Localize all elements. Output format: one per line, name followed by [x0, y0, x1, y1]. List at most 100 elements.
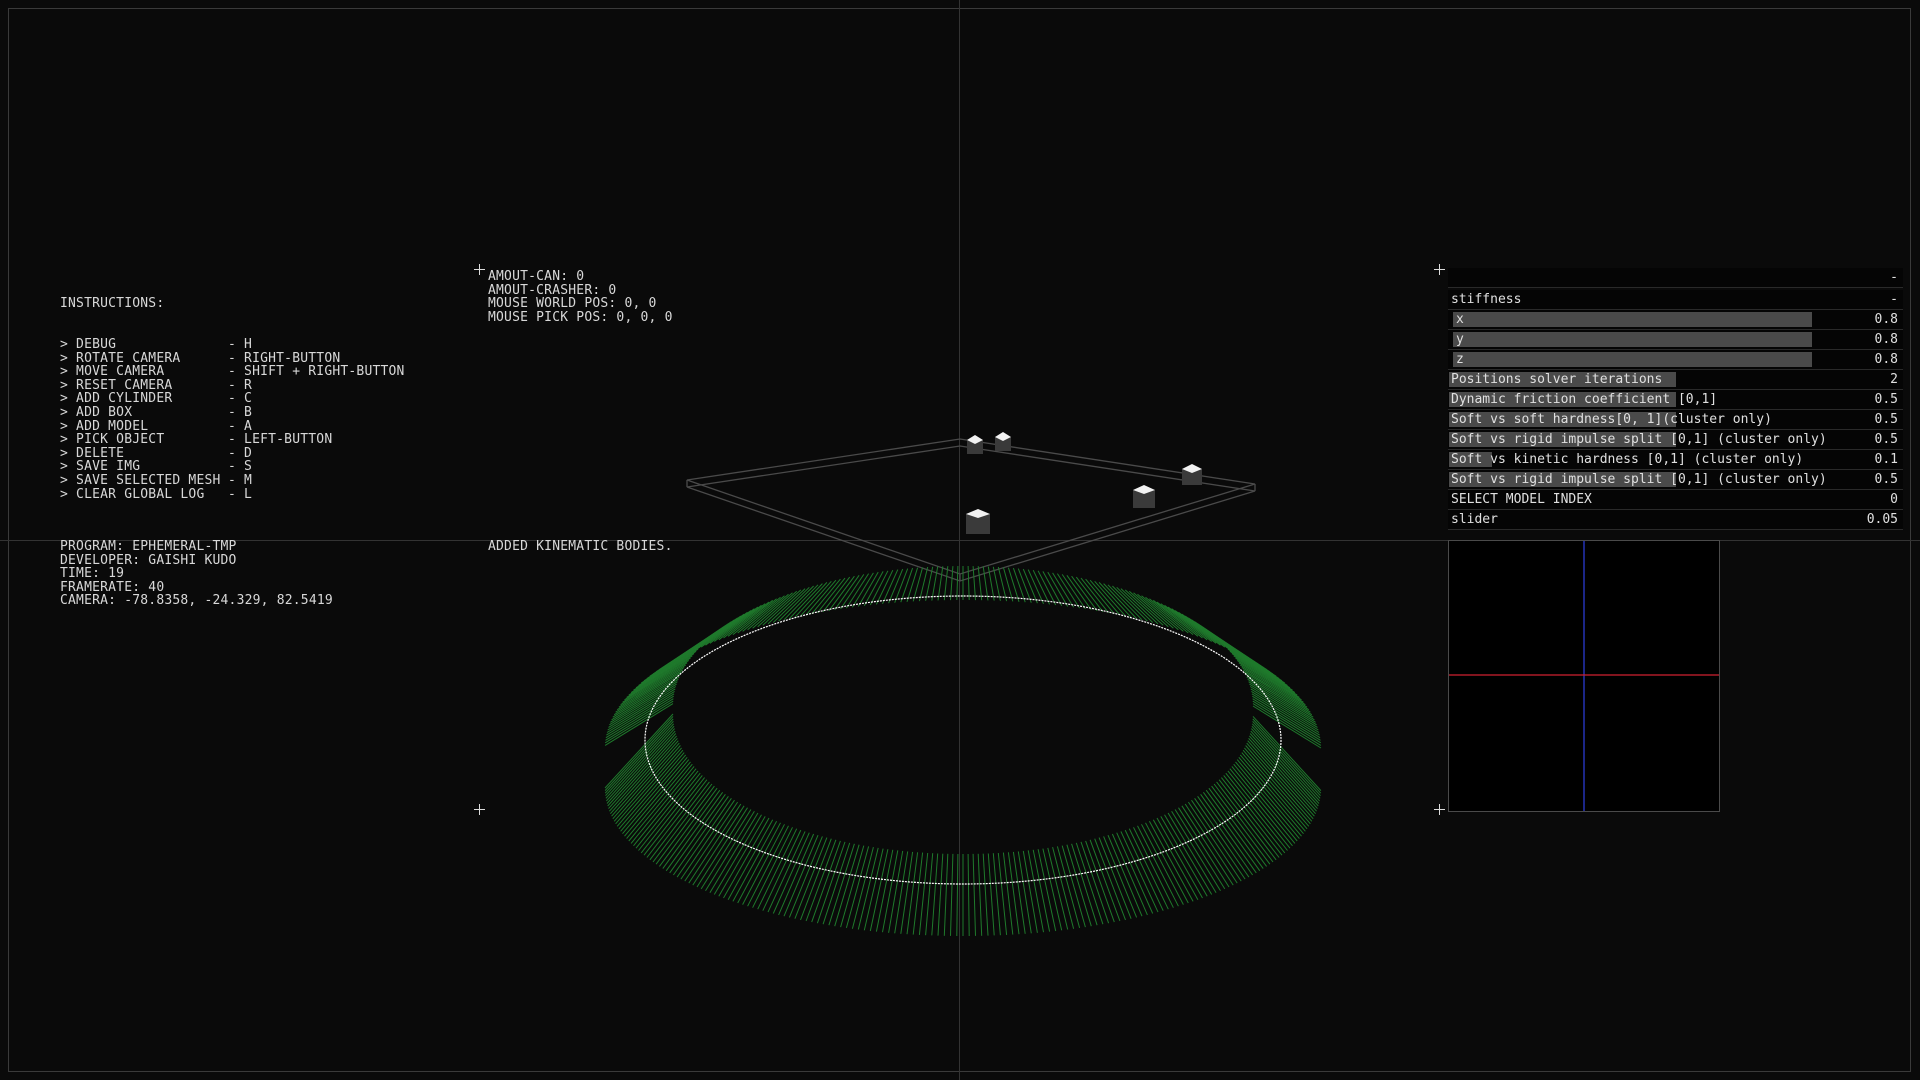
- soft-rigid-impulse-slider-2[interactable]: Soft vs rigid impulse split [0,1] (clust…: [1448, 470, 1903, 490]
- slider-label: Soft vs rigid impulse split [0,1] (clust…: [1451, 472, 1827, 487]
- stiffness-group[interactable]: stiffness -: [1448, 290, 1903, 310]
- ring-segment: [1252, 700, 1322, 744]
- ring-segment: [943, 853, 949, 936]
- ring-segment: [894, 851, 909, 934]
- soft-kinetic-hardness-slider[interactable]: Soft vs kinetic hardness [0,1] (cluster …: [1448, 450, 1903, 470]
- ring-segment: [956, 853, 959, 937]
- preview-viewport[interactable]: [1448, 540, 1720, 812]
- ring-segment: [1017, 851, 1032, 934]
- positions-solver-slider[interactable]: Positions solver iterations 2: [1448, 370, 1903, 390]
- crosshair-icon: [474, 804, 485, 815]
- slider-value: 0.1: [1874, 452, 1898, 467]
- instruction-row: > SAVE IMG - S: [60, 460, 405, 474]
- instruction-row: > MOVE CAMERA - SHIFT + RIGHT-BUTTON: [60, 365, 405, 379]
- ring-segment: [834, 844, 860, 927]
- instruction-action: > MOVE CAMERA: [60, 364, 165, 380]
- ring-segment: [1007, 852, 1020, 935]
- slider-value: 0.5: [1874, 472, 1898, 487]
- slider-label: SELECT MODEL INDEX: [1451, 492, 1592, 507]
- ring-segment: [606, 728, 675, 804]
- instruction-action: > RESET CAMERA: [60, 377, 173, 393]
- instruction-action: > CLEAR GLOBAL LOG: [60, 486, 205, 502]
- ring-segment: [1160, 603, 1208, 641]
- soft-rigid-impulse-slider[interactable]: Soft vs rigid impulse split [0,1] (clust…: [1448, 430, 1903, 450]
- ring-segment: [1002, 567, 1014, 602]
- box-body: [1133, 485, 1155, 508]
- slider-value: 0.8: [1874, 332, 1898, 347]
- ground-platform: [686, 438, 1256, 582]
- status-line: AMOUT-CRASHER: 0: [488, 282, 617, 298]
- panel-collapse-toggle[interactable]: -: [1890, 268, 1898, 287]
- soft-soft-hardness-slider[interactable]: Soft vs soft hardness[0, 1](cluster only…: [1448, 410, 1903, 430]
- ring-segment: [857, 847, 879, 930]
- crosshair-icon: [1434, 264, 1445, 275]
- ring-segment: [1233, 655, 1298, 696]
- slider-label: Soft vs rigid impulse split [0,1] (clust…: [1451, 432, 1827, 447]
- slider-label: Positions solver iterations: [1451, 372, 1663, 387]
- ring-segment: [658, 787, 718, 867]
- ring-segment: [977, 853, 983, 936]
- generic-slider[interactable]: slider 0.05: [1448, 510, 1903, 530]
- ring-segment: [1174, 809, 1226, 890]
- ring-segment: [1061, 845, 1086, 928]
- status-line: MOUSE WORLD POS: 0, 0: [488, 296, 657, 312]
- ring-segment: [987, 853, 995, 936]
- instructions-title: INSTRUCTIONS:: [60, 296, 165, 312]
- box-bodies: [966, 432, 1202, 534]
- slider-label: slider: [1451, 512, 1498, 527]
- ring-segment: [972, 853, 976, 936]
- instruction-action: > ROTATE CAMERA: [60, 350, 181, 366]
- instruction-action: > ADD CYLINDER: [60, 391, 173, 407]
- ring-segment: [900, 851, 914, 934]
- slider-value: 0.05: [1866, 512, 1898, 527]
- ring-segment: [1120, 588, 1159, 625]
- ring-segment: [863, 848, 884, 931]
- instruction-action: > PICK OBJECT: [60, 432, 165, 448]
- ring-segment: [851, 572, 874, 608]
- stiffness-x-slider[interactable]: x 0.8: [1448, 310, 1903, 330]
- ring-segment: [906, 567, 919, 602]
- panel-header[interactable]: -: [1448, 268, 1903, 288]
- ring-segment: [1120, 831, 1159, 913]
- ring-segment: [1227, 648, 1291, 689]
- program-info-line: FRAMERATE: 40: [60, 579, 165, 595]
- ring-segment: [937, 566, 944, 601]
- dynamic-friction-slider[interactable]: Dynamic friction coefficient [0,1] 0.5: [1448, 390, 1903, 410]
- slider-label: y: [1456, 332, 1464, 347]
- ring-segment: [1012, 567, 1026, 603]
- status-line: MOUSE PICK POS: 0, 0, 0: [488, 309, 673, 325]
- ring-segment: [840, 845, 865, 928]
- instruction-row: > ADD MODEL - A: [60, 418, 405, 434]
- stiffness-toggle[interactable]: -: [1890, 290, 1898, 309]
- instruction-row: > SAVE SELECTED MESH - M: [60, 474, 405, 488]
- ring-segment: [696, 807, 748, 888]
- ring-segment: [778, 833, 815, 916]
- instruction-row: > ADD CYLINDER - C: [60, 392, 405, 406]
- slider-label: x: [1456, 312, 1464, 327]
- select-model-index-slider[interactable]: SELECT MODEL INDEX 0: [1448, 490, 1903, 510]
- ring-segment: [762, 829, 802, 911]
- slider-label: Dynamic friction coefficient [0,1]: [1451, 392, 1718, 407]
- control-panel: - stiffness - x 0.8 y 0.8 z 0.8 Position…: [1448, 268, 1903, 530]
- stiffness-z-slider[interactable]: z 0.8: [1448, 350, 1903, 370]
- ring-segment: [635, 648, 699, 689]
- instruction-action: > ADD MODEL: [60, 418, 149, 434]
- instruction-row: > RESET CAMERA - R: [60, 377, 405, 393]
- preview-axes: [1449, 541, 1719, 811]
- stiffness-y-slider[interactable]: y 0.8: [1448, 330, 1903, 350]
- ring-segment: [1007, 567, 1020, 602]
- box-body: [995, 432, 1011, 451]
- ring-segment: [956, 565, 959, 601]
- ring-segment: [1002, 852, 1014, 935]
- instruction-row: > DEBUG - H: [60, 338, 405, 352]
- ring-segment: [767, 831, 806, 913]
- ring-segment: [900, 567, 914, 603]
- slider-fill: [1453, 332, 1812, 347]
- ring-segment: [700, 809, 752, 890]
- global-log: ADDED KINEMATIC BODIES.: [488, 539, 673, 554]
- ring-segment: [950, 853, 954, 936]
- slider-value: 0: [1890, 492, 1898, 507]
- ring-segment: [822, 842, 851, 925]
- instruction-row: > PICK OBJECT - LEFT-BUTTON: [60, 433, 405, 447]
- slider-value: 0.5: [1874, 432, 1898, 447]
